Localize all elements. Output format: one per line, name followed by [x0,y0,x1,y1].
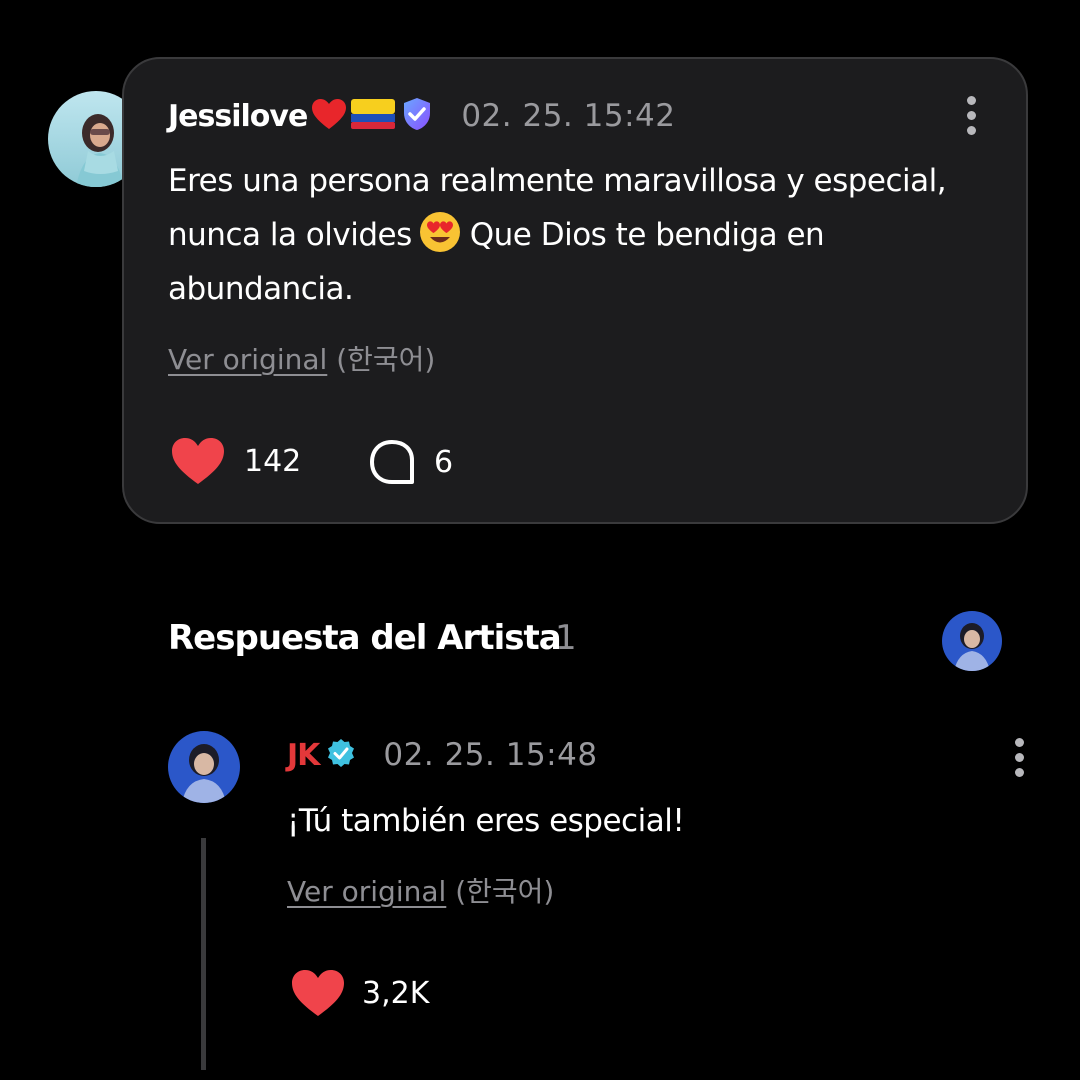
comment-see-original-link[interactable]: Ver original [168,343,327,376]
speech-bubble-icon [370,440,414,484]
reply-like-button[interactable]: 3,2K [290,968,429,1018]
verified-shield-icon [399,96,435,136]
comment-translate-row: Ver original (한국어) [168,338,435,378]
artist-section-avatar[interactable] [942,611,1002,671]
reply-more-menu-icon[interactable] [1013,738,1025,777]
verified-badge-icon [325,737,357,773]
thread-line [201,838,206,1070]
reply-author-name[interactable]: JK [287,738,320,773]
heart-icon [172,438,224,484]
comment-header: Jessilove 02. 25. 15:42 [168,96,675,136]
comment-like-count: 142 [244,443,302,479]
heart-icon [292,970,344,1016]
reply-translate-lang: (한국어) [455,875,555,908]
reply-header: JK 02. 25. 15:48 [287,735,598,775]
reply-text: ¡Tú también eres especial! [287,803,685,839]
comment-text: Eres una persona realmente maravillosa y… [168,154,988,316]
artist-reply-count: 1 [555,618,577,658]
colombia-flag-icon [351,99,396,133]
reply-timestamp: 02. 25. 15:48 [383,737,598,773]
comment-more-menu-icon[interactable] [965,96,977,135]
heart-eyes-emoji-icon [418,210,462,254]
red-heart-icon [311,98,347,134]
reply-like-count: 3,2K [362,975,430,1011]
reply-translate-row: Ver original (한국어) [287,870,554,910]
comment-timestamp: 02. 25. 15:42 [461,98,676,134]
comment-translate-lang: (한국어) [336,343,436,376]
comment-reply-count: 6 [434,444,454,480]
reply-see-original-link[interactable]: Ver original [287,875,446,908]
commenter-username[interactable]: Jessilove [168,99,308,134]
comment-reply-button[interactable]: 6 [368,438,453,486]
artist-reply-section-title: Respuesta del Artista [168,618,562,658]
comment-like-button[interactable]: 142 [170,436,301,486]
reply-author-avatar[interactable] [168,731,240,803]
